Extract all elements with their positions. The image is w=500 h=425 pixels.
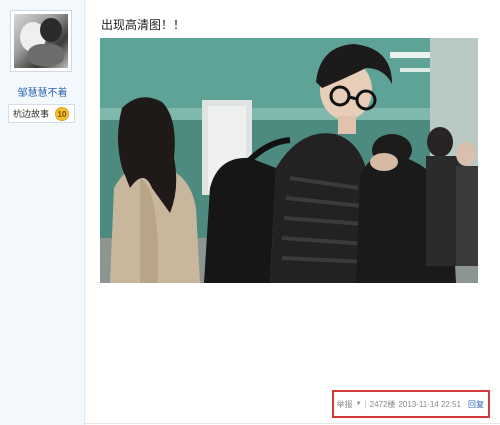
post-footer: 举报 ▼ | 2472楼 2013-11-14 22:51 回复 — [332, 390, 490, 418]
author-sidebar: 邹慧慧不着 杭边故事 10 — [0, 0, 85, 425]
badge-label: 杭边故事 — [13, 109, 50, 119]
divider: | — [364, 399, 367, 409]
photo-illustration — [100, 38, 478, 283]
member-badge[interactable]: 杭边故事 10 — [8, 104, 75, 123]
post-divider — [85, 423, 500, 424]
post-photo[interactable] — [100, 38, 478, 283]
badge-level-icon: 10 — [55, 107, 69, 121]
avatar[interactable] — [10, 10, 72, 72]
avatar-image — [14, 14, 68, 68]
reply-link[interactable]: 回复 — [468, 399, 484, 410]
username-link[interactable]: 邹慧慧不着 — [0, 84, 85, 99]
floor-number: 2472楼 — [369, 399, 396, 409]
caret-down-icon[interactable]: ▼ — [356, 401, 362, 407]
report-link[interactable]: 举报 — [337, 399, 353, 410]
post-content-text: 出现高清图！！ — [101, 18, 186, 32]
post-timestamp: 2013-11-14 22:51 — [398, 399, 461, 409]
